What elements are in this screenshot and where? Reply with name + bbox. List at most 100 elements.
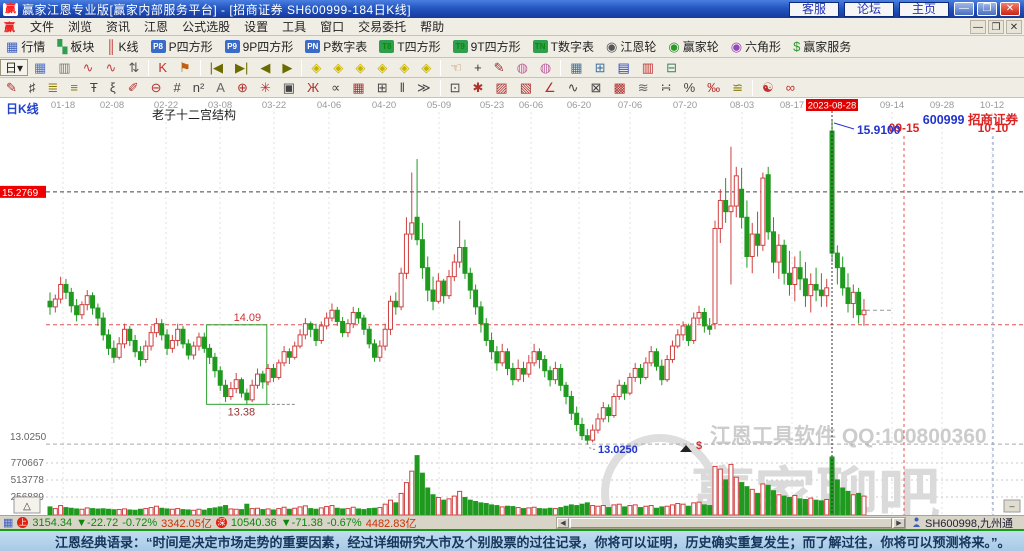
tool-marker[interactable]: ✐ bbox=[122, 79, 145, 97]
gann-wheel-button[interactable]: ◉江恩轮 bbox=[600, 38, 662, 56]
window-layout-icon[interactable]: ▦ bbox=[28, 59, 52, 77]
menu-公式选股[interactable]: 公式选股 bbox=[175, 19, 237, 35]
menu-交易委托[interactable]: 交易委托 bbox=[351, 19, 413, 35]
ninep-square-button[interactable]: P99P四方形 bbox=[219, 38, 300, 56]
tool-gann-circle[interactable]: ⊕ bbox=[231, 79, 254, 97]
menu-浏览[interactable]: 浏览 bbox=[61, 19, 99, 35]
hand-icon[interactable]: ☜ bbox=[444, 59, 468, 77]
menu-资讯[interactable]: 资讯 bbox=[99, 19, 137, 35]
menu-设置[interactable]: 设置 bbox=[237, 19, 275, 35]
calculator-icon[interactable]: ⊞ bbox=[589, 59, 612, 77]
tool-fan[interactable]: ✱ bbox=[466, 79, 489, 97]
tool-grid-box[interactable]: ⊞ bbox=[371, 79, 394, 97]
tool-square-n2[interactable]: n² bbox=[187, 79, 211, 97]
print-icon[interactable]: ⊟ bbox=[660, 59, 683, 77]
mdi-close-button[interactable]: ✕ bbox=[1006, 20, 1022, 34]
tool-bars-ruler[interactable]: # bbox=[168, 79, 187, 97]
tool-waves[interactable]: ≋ bbox=[632, 79, 655, 97]
quotes-button[interactable]: ▦行情 bbox=[0, 38, 51, 56]
menu-文件[interactable]: 文件 bbox=[23, 19, 61, 35]
tool-shade-down[interactable]: ▧ bbox=[514, 79, 538, 97]
save-as-icon[interactable]: ▥ bbox=[636, 59, 660, 77]
tool-yinyang[interactable]: ☯ bbox=[756, 79, 780, 97]
calendar-icon[interactable]: ▦ bbox=[564, 59, 588, 77]
tool-hatch[interactable]: ▩ bbox=[607, 79, 631, 97]
tool-cycle-circle[interactable]: ⊖ bbox=[145, 79, 168, 97]
gann-diamond-2-icon[interactable]: ◈ bbox=[327, 59, 349, 77]
sectors-button[interactable]: ▚板块 bbox=[51, 38, 100, 56]
hexagon-button[interactable]: ◉六角形 bbox=[725, 38, 787, 56]
tool-ray-bundle[interactable]: Ж bbox=[301, 79, 325, 97]
shenzhen-index-icon[interactable]: 深 bbox=[216, 517, 227, 528]
tool-angle-label[interactable]: A bbox=[210, 79, 231, 97]
tool-angle[interactable]: ∠ bbox=[538, 79, 562, 97]
kline-chart[interactable]: 01-1802-0802-2203-0803-2204-0604-2005-09… bbox=[0, 98, 1024, 515]
tool-permille[interactable]: ‰ bbox=[701, 79, 726, 97]
gann-badge-icon[interactable]: ◍ bbox=[511, 59, 534, 77]
tool-pen[interactable]: ✎ bbox=[0, 79, 23, 97]
last-bar-icon[interactable]: ▶| bbox=[229, 59, 254, 77]
tool-hlines[interactable]: ≡ bbox=[64, 79, 84, 97]
next-bar-icon[interactable]: ▶ bbox=[276, 59, 298, 77]
mdi-restore-button[interactable]: ❐ bbox=[988, 20, 1004, 34]
tool-delete-box[interactable]: ⊠ bbox=[585, 79, 608, 97]
gann-diamond-6-icon[interactable]: ◈ bbox=[415, 59, 437, 77]
t-number-table-button[interactable]: TNT数字表 bbox=[527, 38, 600, 56]
crosshair-icon[interactable]: + bbox=[468, 59, 488, 77]
stock-ticker-shortcut[interactable]: SH600998,九州通 bbox=[906, 515, 1024, 529]
menu-工具[interactable]: 工具 bbox=[275, 19, 313, 35]
gann-diamond-1-icon[interactable]: ◈ bbox=[305, 59, 327, 77]
tab-daily-kline[interactable]: 日K线 bbox=[6, 100, 39, 117]
tool-square[interactable]: ▣ bbox=[277, 79, 301, 97]
p-square-button[interactable]: P8P四方形 bbox=[145, 38, 219, 56]
tool-ratio[interactable]: ∺ bbox=[655, 79, 678, 97]
quotes-grid-icon[interactable]: ▦ bbox=[3, 516, 13, 529]
homepage-button[interactable]: 主页 bbox=[899, 2, 949, 17]
minimize-button[interactable]: — bbox=[954, 2, 974, 16]
scroll-right-button[interactable]: ▶ bbox=[893, 518, 905, 528]
customer-service-button[interactable]: 客服 bbox=[789, 2, 839, 17]
period-selector[interactable]: 日▾ bbox=[0, 59, 28, 76]
tool-gann-grid[interactable]: ♯ bbox=[23, 79, 42, 97]
shanghai-index-icon[interactable]: 上 bbox=[17, 517, 28, 528]
tool-gann-box[interactable]: ▦ bbox=[346, 79, 370, 97]
scroll-left-button[interactable]: ◀ bbox=[557, 518, 569, 528]
save-icon[interactable]: ▤ bbox=[611, 59, 635, 77]
tool-infinity[interactable]: ∞ bbox=[780, 79, 801, 97]
invert-icon[interactable]: ⇅ bbox=[122, 59, 145, 77]
forum-button[interactable]: 论坛 bbox=[844, 2, 894, 17]
menu-帮助[interactable]: 帮助 bbox=[413, 19, 451, 35]
kline-button[interactable]: ║K线 bbox=[100, 38, 144, 56]
tool-shade-up[interactable]: ▨ bbox=[489, 79, 513, 97]
scrollbar-thumb[interactable] bbox=[570, 518, 892, 528]
tool-select-box[interactable]: ⊡ bbox=[444, 79, 467, 97]
maximize-button[interactable]: ❐ bbox=[977, 2, 997, 16]
gann-diamond-5-icon[interactable]: ◈ bbox=[393, 59, 415, 77]
tool-wave[interactable]: ∿ bbox=[562, 79, 585, 97]
quote-panel-icon[interactable]: ▥ bbox=[52, 59, 76, 77]
winner-wheel-button[interactable]: ◉赢家轮 bbox=[662, 38, 724, 56]
tool-percent[interactable]: % bbox=[678, 79, 702, 97]
trendline-icon[interactable]: ∿ bbox=[77, 59, 100, 77]
prev-bar-icon[interactable]: ◀ bbox=[254, 59, 276, 77]
tool-proportion[interactable]: ∝ bbox=[325, 79, 346, 97]
ninet-square-button[interactable]: T99T四方形 bbox=[447, 38, 527, 56]
horizontal-scrollbar[interactable]: ◀ ▶ bbox=[556, 517, 906, 529]
mdi-minimize-button[interactable]: — bbox=[970, 20, 986, 34]
tool-parallel[interactable]: ‖ bbox=[394, 79, 411, 97]
tool-expand[interactable]: ≫ bbox=[411, 79, 437, 97]
tool-congruent[interactable]: ≌ bbox=[726, 79, 749, 97]
tool-gann-star[interactable]: ✳ bbox=[254, 79, 277, 97]
curve-icon[interactable]: ∿ bbox=[100, 59, 123, 77]
annotate-icon[interactable]: ✎ bbox=[488, 59, 511, 77]
menu-窗口[interactable]: 窗口 bbox=[313, 19, 351, 35]
first-bar-icon[interactable]: |◀ bbox=[204, 59, 229, 77]
gann-diamond-3-icon[interactable]: ◈ bbox=[349, 59, 371, 77]
gann-diamond-4-icon[interactable]: ◈ bbox=[371, 59, 393, 77]
p-number-table-button[interactable]: PNP数字表 bbox=[299, 38, 373, 56]
menu-江恩[interactable]: 江恩 bbox=[137, 19, 175, 35]
kline-style-icon[interactable]: K bbox=[152, 59, 173, 77]
tool-price-ladder[interactable]: ≣ bbox=[41, 79, 64, 97]
t-square-button[interactable]: T8T四方形 bbox=[373, 38, 446, 56]
close-button[interactable]: ✕ bbox=[1000, 2, 1020, 16]
